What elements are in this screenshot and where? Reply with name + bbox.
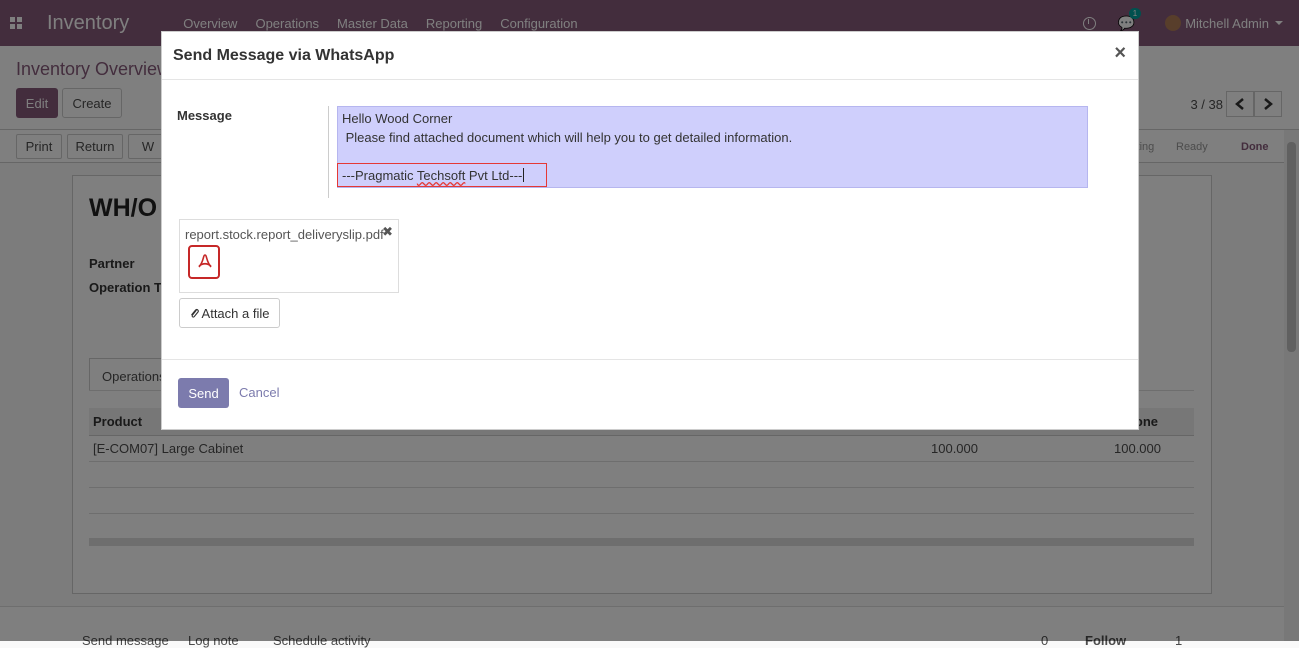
modal-title: Send Message via WhatsApp bbox=[173, 47, 395, 64]
field-divider bbox=[328, 106, 329, 198]
pdf-file-icon[interactable] bbox=[188, 245, 220, 279]
attach-file-button[interactable]: Attach a file bbox=[179, 298, 280, 328]
attach-file-label: Attach a file bbox=[201, 305, 270, 321]
close-icon[interactable]: × bbox=[1114, 42, 1126, 65]
modal-header: Send Message via WhatsApp × bbox=[162, 32, 1138, 80]
message-label: Message bbox=[177, 108, 232, 123]
message-line: Hello Wood Corner bbox=[342, 111, 453, 126]
modal-footer: Send Cancel bbox=[162, 359, 1138, 429]
remove-attachment-icon[interactable]: ✖ bbox=[382, 224, 393, 240]
signature-line: ---Pragmatic Techsoft Pvt Ltd--- bbox=[342, 168, 525, 183]
send-button[interactable]: Send bbox=[178, 378, 229, 408]
whatsapp-dialog: Send Message via WhatsApp × Message Hell… bbox=[161, 31, 1139, 430]
cancel-button[interactable]: Cancel bbox=[239, 385, 279, 400]
paperclip-icon bbox=[190, 308, 199, 318]
text-cursor bbox=[523, 168, 525, 182]
signature-highlight: ---Pragmatic Techsoft Pvt Ltd--- bbox=[337, 163, 547, 187]
message-line: Please find attached document which will… bbox=[342, 130, 793, 145]
signature-suffix: Pvt Ltd--- bbox=[465, 168, 523, 183]
attachment-card[interactable]: report.stock.report_deliveryslip.pdf ✖ bbox=[179, 219, 399, 293]
attachment-name: report.stock.report_deliveryslip.pdf bbox=[185, 227, 384, 242]
signature-misspelled-word: Techsoft bbox=[416, 168, 466, 183]
signature-prefix: ---Pragmatic bbox=[342, 168, 417, 183]
